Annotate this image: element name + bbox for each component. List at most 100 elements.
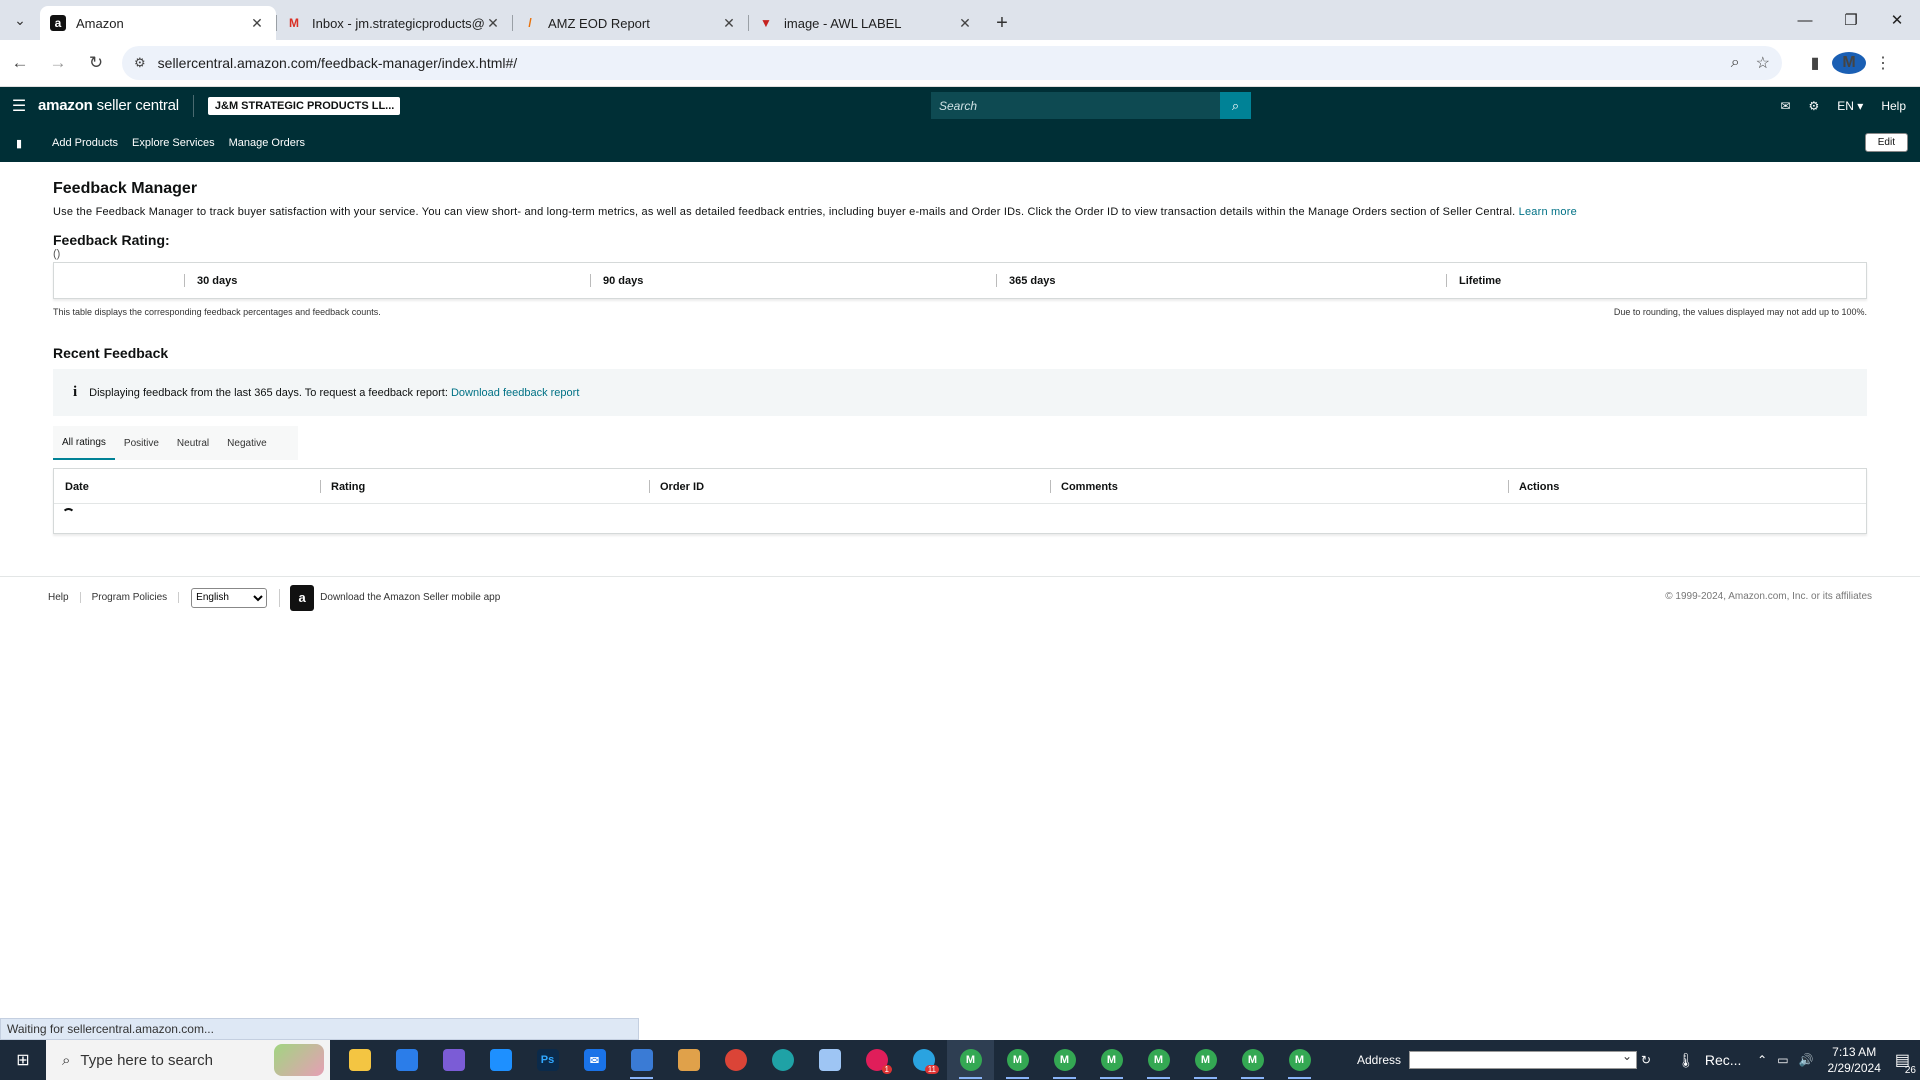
browser-tab-eod-report[interactable]: / AMZ EOD Report ✕ bbox=[512, 6, 748, 40]
rating-col-30-days: 30 days bbox=[184, 263, 237, 298]
photoshop-icon[interactable]: Ps bbox=[524, 1040, 571, 1080]
notification-icon[interactable]: ▤ 26 bbox=[1895, 1050, 1916, 1076]
volume-icon[interactable]: 🔊 bbox=[1799, 1053, 1814, 1067]
browser-tab-awl-label[interactable]: ▼ image - AWL LABEL ✕ bbox=[748, 6, 984, 40]
tab-title: Inbox - jm.strategicproducts@g bbox=[312, 15, 484, 31]
chrome-profile-icon[interactable]: M bbox=[1088, 1040, 1135, 1080]
reload-icon[interactable]: ↻ bbox=[78, 45, 114, 81]
chrome-profile-icon[interactable]: M bbox=[994, 1040, 1041, 1080]
tab-title: Amazon bbox=[76, 15, 124, 31]
url-omnibox[interactable]: ⚙ sellercentral.amazon.com/feedback-mana… bbox=[122, 46, 1782, 80]
close-icon[interactable]: ✕ bbox=[248, 15, 266, 32]
feedback-table: Date Rating Order ID Comments Actions bbox=[53, 468, 1867, 534]
close-icon[interactable]: ✕ bbox=[484, 15, 502, 32]
windows-start-icon[interactable]: ⊞ bbox=[0, 1050, 46, 1070]
rating-col-90-days: 90 days bbox=[590, 263, 643, 298]
recent-feedback-title: Recent Feedback bbox=[53, 345, 169, 361]
new-tab-button[interactable]: + bbox=[984, 6, 1020, 40]
minimize-icon[interactable]: — bbox=[1782, 0, 1828, 40]
chrome-profile-icon[interactable]: M bbox=[1135, 1040, 1182, 1080]
gear-icon[interactable]: ⚙ bbox=[1809, 99, 1820, 113]
amazon-app-icon[interactable]: a bbox=[290, 584, 315, 611]
bookmark-star-icon[interactable]: ☆ bbox=[1756, 53, 1770, 73]
network-icon[interactable]: ▭ bbox=[1777, 1053, 1788, 1067]
hexagon-app-icon[interactable] bbox=[430, 1040, 477, 1080]
notes-app-icon[interactable] bbox=[806, 1040, 853, 1080]
browser-tab-bar: ⌄ a Amazon ✕ M Inbox - jm.strategicprodu… bbox=[0, 0, 1920, 40]
telegram-icon[interactable]: 11 bbox=[900, 1040, 947, 1080]
account-switcher[interactable]: J&M STRATEGIC PRODUCTS LL... bbox=[207, 96, 400, 115]
chrome-profile-icon[interactable]: M bbox=[1041, 1040, 1088, 1080]
seller-central-logo[interactable]: amazon seller central bbox=[38, 94, 194, 117]
language-selector[interactable]: EN ▾ bbox=[1837, 99, 1863, 113]
footer-language-select[interactable]: English bbox=[191, 587, 268, 608]
address-bar: ← → ↻ ⚙ sellercentral.amazon.com/feedbac… bbox=[0, 40, 1920, 87]
tab-neutral[interactable]: Neutral bbox=[168, 426, 218, 460]
recording-widget[interactable]: 🌡 Rec... bbox=[1677, 1052, 1741, 1069]
chrome-icon[interactable] bbox=[712, 1040, 759, 1080]
search-icon[interactable]: ⌕ bbox=[1220, 92, 1251, 119]
col-date[interactable]: Date bbox=[54, 469, 89, 504]
edit-button[interactable]: Edit bbox=[1864, 133, 1908, 152]
site-info-icon[interactable]: ⚙ bbox=[134, 55, 146, 71]
chrome-profile-icon[interactable]: M bbox=[1229, 1040, 1276, 1080]
more-menu-icon[interactable]: ⋮ bbox=[1866, 53, 1900, 73]
window-controls: — ❐ ✕ bbox=[1782, 0, 1920, 40]
slack-icon[interactable]: 1 bbox=[853, 1040, 900, 1080]
col-comments[interactable]: Comments bbox=[1050, 469, 1118, 504]
close-icon[interactable]: ✕ bbox=[956, 15, 974, 32]
feedback-manager-page: Feedback Manager Use the Feedback Manage… bbox=[53, 180, 1867, 534]
profile-avatar[interactable]: M bbox=[1832, 52, 1866, 74]
chevron-up-icon[interactable]: ⌃ bbox=[1757, 1053, 1767, 1067]
footer-help-link[interactable]: Help bbox=[37, 592, 81, 603]
back-icon[interactable]: ← bbox=[2, 45, 38, 81]
mail-icon[interactable]: ✉ bbox=[1780, 99, 1790, 113]
side-panel-icon[interactable]: ▮ bbox=[1798, 53, 1832, 73]
download-feedback-report-link[interactable]: Download feedback report bbox=[451, 387, 579, 399]
close-window-icon[interactable]: ✕ bbox=[1874, 0, 1920, 40]
tab-negative[interactable]: Negative bbox=[218, 426, 275, 460]
mail-app-icon[interactable]: ✉ bbox=[571, 1040, 618, 1080]
tab-search-icon[interactable]: ⌄ bbox=[0, 0, 40, 40]
nav-manage-orders[interactable]: Manage Orders bbox=[229, 137, 305, 149]
tab-all-ratings[interactable]: All ratings bbox=[53, 426, 115, 460]
loading-spinner-icon bbox=[62, 508, 75, 521]
footer-program-policies-link[interactable]: Program Policies bbox=[81, 592, 180, 603]
calculator-icon[interactable] bbox=[618, 1040, 665, 1080]
file-explorer-icon[interactable] bbox=[336, 1040, 383, 1080]
browser-tab-gmail[interactable]: M Inbox - jm.strategicproducts@g ✕ bbox=[276, 6, 512, 40]
close-icon[interactable]: ✕ bbox=[720, 15, 738, 32]
taskbar-address-input[interactable] bbox=[1409, 1049, 1638, 1069]
search-input[interactable] bbox=[931, 92, 1220, 119]
feedback-table-header: Date Rating Order ID Comments Actions bbox=[54, 469, 1866, 504]
col-order-id[interactable]: Order ID bbox=[649, 469, 704, 504]
search-highlight-image bbox=[274, 1044, 324, 1076]
page-description: Use the Feedback Manager to track buyer … bbox=[53, 206, 1577, 218]
archive-app-icon[interactable] bbox=[665, 1040, 712, 1080]
chrome-profile-icon[interactable]: M bbox=[947, 1040, 994, 1080]
zoom-icon[interactable]: ⌕ bbox=[1731, 54, 1740, 72]
app-window-icon[interactable] bbox=[477, 1040, 524, 1080]
restore-icon[interactable]: ❐ bbox=[1828, 0, 1874, 40]
edge-icon[interactable] bbox=[759, 1040, 806, 1080]
nav-explore-services[interactable]: Explore Services bbox=[132, 137, 215, 149]
store-icon[interactable] bbox=[383, 1040, 430, 1080]
refresh-icon[interactable]: ↻ bbox=[1641, 1053, 1651, 1067]
help-link[interactable]: Help bbox=[1881, 99, 1906, 113]
chrome-profile-icon[interactable]: M bbox=[1182, 1040, 1229, 1080]
table-note: This table displays the corresponding fe… bbox=[53, 307, 381, 317]
tab-positive[interactable]: Positive bbox=[115, 426, 168, 460]
browser-tab-amazon[interactable]: a Amazon ✕ bbox=[40, 6, 276, 40]
col-rating[interactable]: Rating bbox=[320, 469, 365, 504]
download-app-link[interactable]: Download the Amazon Seller mobile app bbox=[320, 592, 500, 603]
amazon-favicon-icon: a bbox=[50, 15, 66, 31]
nav-add-products[interactable]: Add Products bbox=[52, 137, 118, 149]
bookmark-icon[interactable]: ▮ bbox=[0, 137, 38, 150]
clock[interactable]: 7:13 AM 2/29/2024 bbox=[1827, 1044, 1880, 1076]
hamburger-menu-icon[interactable]: ☰ bbox=[0, 96, 38, 116]
taskbar-search[interactable]: ⌕ Type here to search bbox=[46, 1040, 330, 1080]
url-text[interactable]: sellercentral.amazon.com/feedback-manage… bbox=[158, 55, 1715, 71]
chrome-profile-icon[interactable]: M bbox=[1276, 1040, 1323, 1080]
forward-icon[interactable]: → bbox=[40, 45, 76, 81]
learn-more-link[interactable]: Learn more bbox=[1519, 206, 1577, 218]
